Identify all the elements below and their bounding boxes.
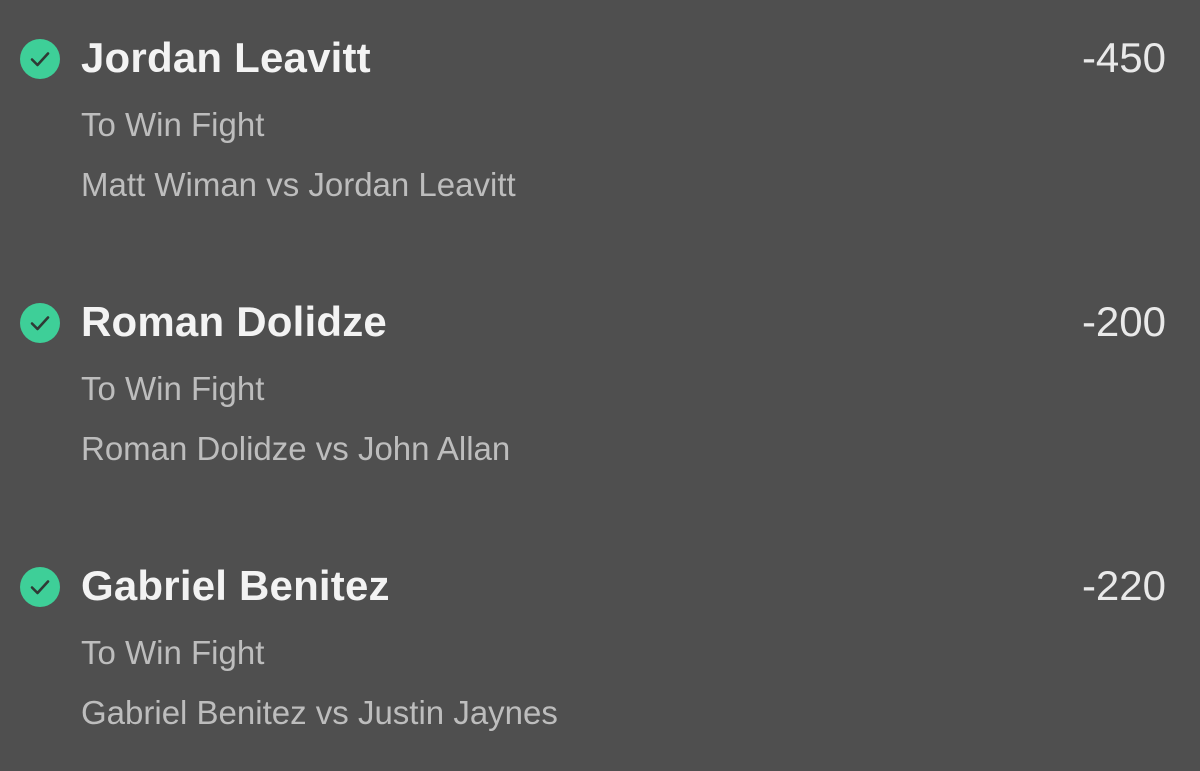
check-circle-icon [20,39,60,79]
bet-leg[interactable]: Jordan Leavitt -450 To Win Fight Matt Wi… [0,28,1200,228]
selection-name: Gabriel Benitez [81,562,390,609]
selection-name: Jordan Leavitt [81,34,371,81]
odds-value: -450 [1081,34,1166,81]
event-name: Matt Wiman vs Jordan Leavitt [81,166,516,203]
market-name: To Win Fight [81,370,265,407]
event-name: Gabriel Benitez vs Justin Jaynes [81,694,558,731]
selection-name: Roman Dolidze [81,298,387,345]
market-name: To Win Fight [81,634,265,671]
odds-value: -200 [1081,298,1166,345]
bet-leg[interactable]: Gabriel Benitez -220 To Win Fight Gabrie… [0,556,1200,756]
event-name: Roman Dolidze vs John Allan [81,430,511,467]
market-name: To Win Fight [81,106,265,143]
check-circle-icon [20,303,60,343]
odds-value: -220 [1081,562,1166,609]
bet-leg[interactable]: Roman Dolidze -200 To Win Fight Roman Do… [0,292,1200,492]
bet-list: Jordan Leavitt -450 To Win Fight Matt Wi… [0,0,1200,771]
check-circle-icon [20,567,60,607]
